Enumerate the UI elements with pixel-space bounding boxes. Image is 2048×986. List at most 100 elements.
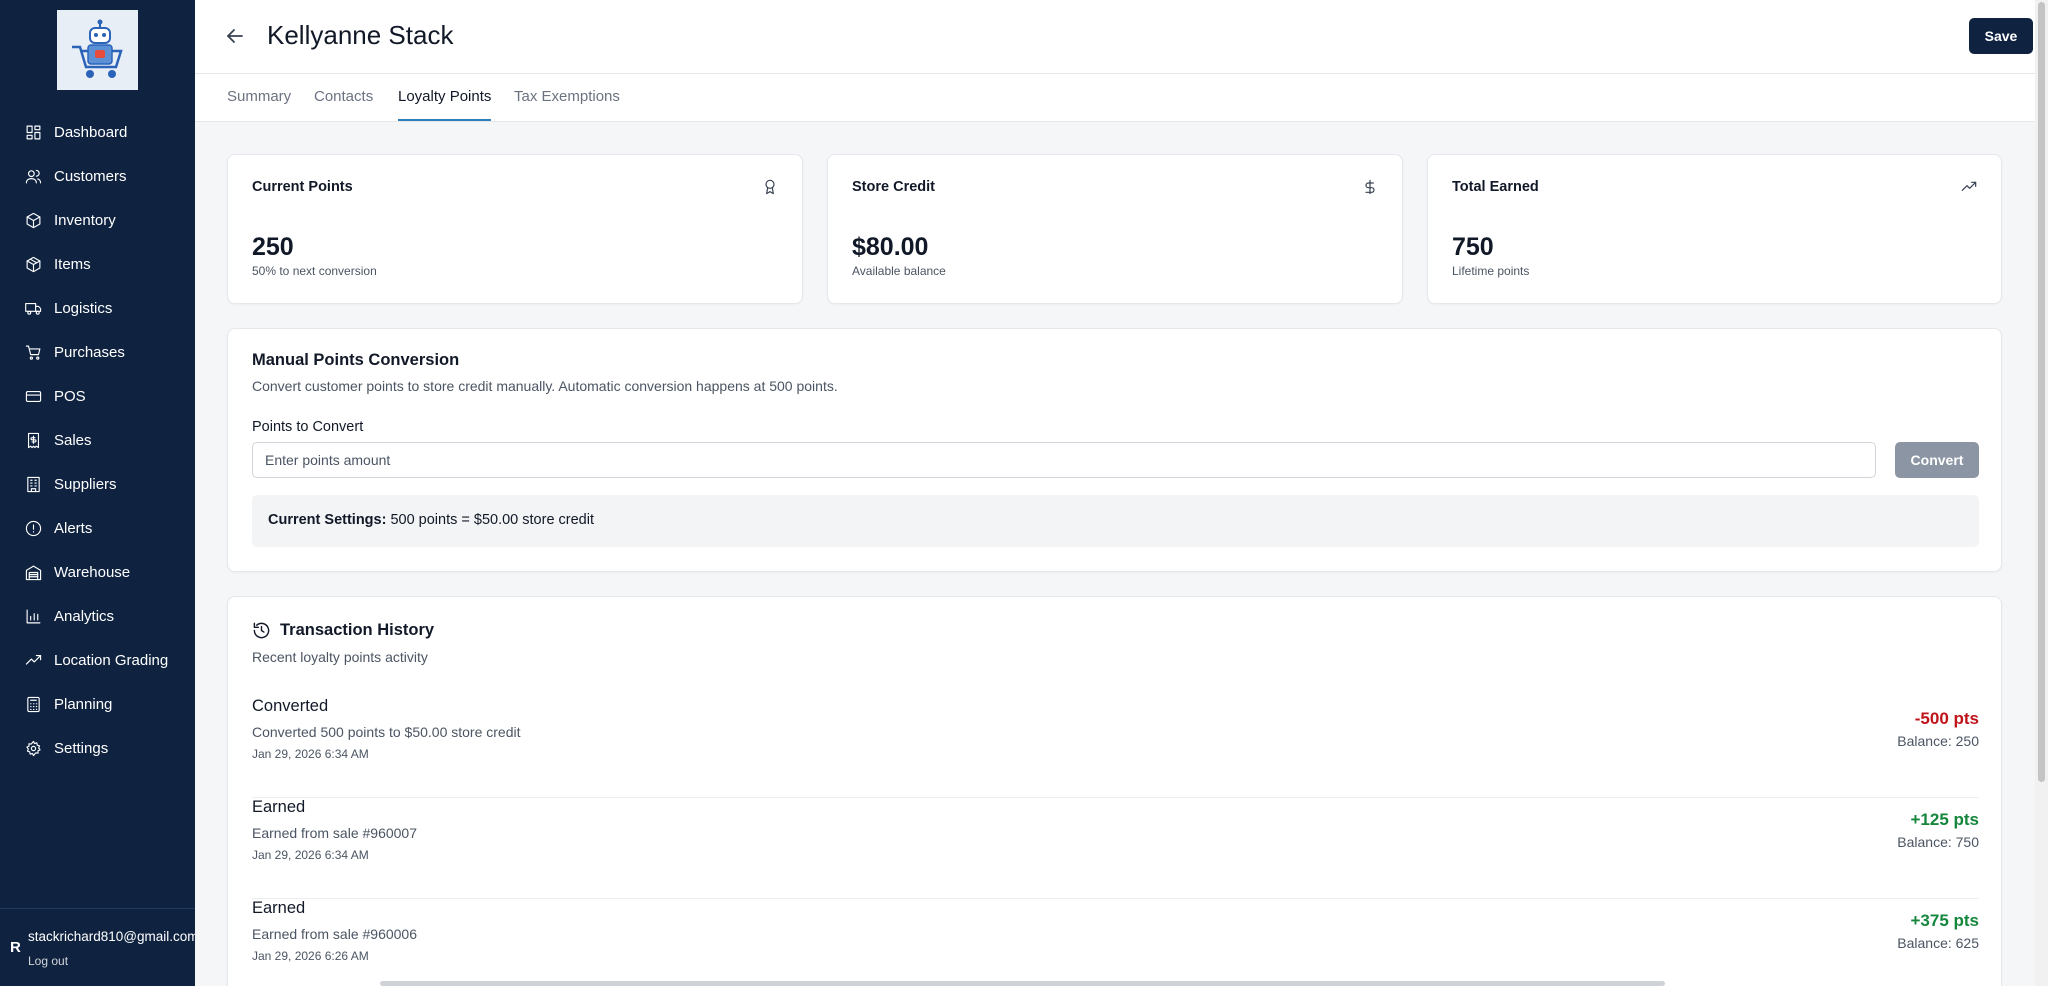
alert-circle-icon (24, 519, 42, 537)
cart-icon (24, 343, 42, 361)
convert-button[interactable]: Convert (1895, 442, 1979, 478)
history-icon (252, 621, 271, 640)
tab-summary[interactable]: Summary (227, 88, 291, 119)
sidebar-item-location-grading[interactable]: Location Grading (0, 638, 195, 682)
sidebar: Dashboard Customers Inventory Items Logi… (0, 0, 195, 986)
logout-link[interactable]: Log out (28, 954, 68, 968)
app-logo[interactable] (57, 10, 138, 90)
transaction-description: Converted 500 points to $50.00 store cre… (252, 724, 521, 740)
tab-bar: Summary Contacts Loyalty Points Tax Exem… (195, 74, 2035, 122)
points-conversion-card: Manual Points Conversion Convert custome… (227, 328, 2002, 572)
transaction-amount: +125 pts (1910, 810, 1979, 829)
warehouse-icon (24, 563, 42, 581)
transaction-description: Earned from sale #960006 (252, 926, 417, 942)
sidebar-item-suppliers[interactable]: Suppliers (0, 462, 195, 506)
transaction-date: Jan 29, 2026 6:34 AM (252, 848, 369, 862)
transaction-history-card: Transaction History Recent loyalty point… (227, 596, 2002, 986)
section-title: Transaction History (280, 621, 435, 639)
transaction-row: Converted Converted 500 points to $50.00… (252, 697, 1979, 798)
back-arrow-icon[interactable] (223, 24, 247, 48)
total-earned-card: Total Earned 750 Lifetime points (1427, 154, 2002, 304)
stat-label: Store Credit (852, 179, 935, 195)
page-title: Kellyanne Stack (267, 20, 454, 50)
users-icon (24, 167, 42, 185)
transaction-row: Earned Earned from sale #960007 Jan 29, … (252, 798, 1979, 899)
truck-icon (24, 299, 42, 317)
section-title: Manual Points Conversion (252, 351, 460, 369)
sidebar-item-purchases[interactable]: Purchases (0, 330, 195, 374)
sidebar-item-planning[interactable]: Planning (0, 682, 195, 726)
sidebar-item-label: Location Grading (54, 651, 169, 669)
sidebar-item-items[interactable]: Items (0, 242, 195, 286)
transaction-amount: +375 pts (1910, 911, 1979, 930)
tab-contacts[interactable]: Contacts (314, 88, 373, 119)
settings-label: Current Settings: (268, 512, 387, 528)
transaction-description: Earned from sale #960007 (252, 825, 417, 841)
sidebar-item-label: Logistics (54, 299, 113, 317)
transaction-balance: Balance: 250 (1897, 733, 1979, 749)
stat-value: 250 (252, 233, 294, 261)
stat-subtext: Lifetime points (1452, 264, 1530, 278)
calculator-icon (24, 695, 42, 713)
tab-loyalty-points[interactable]: Loyalty Points (398, 88, 492, 121)
user-email: stackrichard810@gmail.com (28, 929, 195, 944)
transaction-date: Jan 29, 2026 6:34 AM (252, 747, 369, 761)
building-icon (24, 475, 42, 493)
sidebar-item-label: Items (54, 255, 91, 273)
sidebar-item-label: Suppliers (54, 475, 117, 493)
user-footer: R stackrichard810@gmail.com Log out (0, 908, 195, 986)
sidebar-item-sales[interactable]: Sales (0, 418, 195, 462)
sidebar-item-pos[interactable]: POS (0, 374, 195, 418)
stat-label: Current Points (252, 179, 353, 195)
transaction-balance: Balance: 625 (1897, 935, 1979, 951)
sidebar-item-alerts[interactable]: Alerts (0, 506, 195, 550)
transaction-amount: -500 pts (1914, 709, 1979, 728)
sidebar-item-warehouse[interactable]: Warehouse (0, 550, 195, 594)
box-icon (24, 255, 42, 273)
horizontal-scrollbar[interactable] (380, 981, 1665, 986)
stat-label: Total Earned (1452, 179, 1539, 195)
transaction-type: Earned (252, 899, 306, 917)
transaction-type: Earned (252, 798, 306, 816)
transaction-date: Jan 29, 2026 6:26 AM (252, 949, 369, 963)
sidebar-item-logistics[interactable]: Logistics (0, 286, 195, 330)
sidebar-item-inventory[interactable]: Inventory (0, 198, 195, 242)
points-input[interactable] (252, 442, 1876, 478)
sidebar-item-label: Sales (54, 431, 92, 449)
sidebar-item-label: Customers (54, 167, 127, 185)
current-points-card: Current Points 250 50% to next conversio… (227, 154, 803, 304)
sidebar-item-label: Planning (54, 695, 113, 713)
award-icon (762, 179, 778, 195)
scrollbar-thumb[interactable] (2038, 2, 2045, 782)
conversion-settings-info: Current Settings: 500 points = $50.00 st… (252, 495, 1979, 547)
sidebar-item-label: Warehouse (54, 563, 131, 581)
stat-value: 750 (1452, 233, 1494, 261)
sidebar-item-label: Inventory (54, 211, 116, 229)
avatar[interactable]: R (10, 939, 21, 956)
sidebar-item-label: Alerts (54, 519, 93, 537)
save-button[interactable]: Save (1969, 18, 2033, 54)
bar-chart-icon (24, 607, 42, 625)
dollar-icon (1362, 179, 1378, 195)
stat-subtext: Available balance (852, 264, 946, 278)
gear-icon (24, 739, 42, 757)
tab-tax-exemptions[interactable]: Tax Exemptions (514, 88, 620, 119)
sidebar-item-label: Settings (54, 739, 109, 757)
page-header: Kellyanne Stack Save (195, 0, 2035, 74)
sidebar-item-dashboard[interactable]: Dashboard (0, 110, 195, 154)
points-field-label: Points to Convert (252, 419, 364, 435)
sidebar-item-label: Dashboard (54, 123, 128, 141)
sidebar-item-settings[interactable]: Settings (0, 726, 195, 770)
transaction-balance: Balance: 750 (1897, 834, 1979, 850)
transaction-row: Earned Earned from sale #960006 Jan 29, … (252, 899, 1979, 986)
sidebar-nav: Dashboard Customers Inventory Items Logi… (0, 110, 195, 770)
settings-value: 500 points = $50.00 store credit (390, 512, 594, 528)
sidebar-item-label: Analytics (54, 607, 115, 625)
sidebar-item-analytics[interactable]: Analytics (0, 594, 195, 638)
stat-value: $80.00 (852, 233, 929, 261)
section-description: Convert customer points to store credit … (252, 378, 838, 394)
stat-subtext: 50% to next conversion (252, 264, 377, 278)
vertical-scrollbar[interactable] (2035, 0, 2048, 986)
sidebar-item-customers[interactable]: Customers (0, 154, 195, 198)
section-description: Recent loyalty points activity (252, 649, 428, 665)
